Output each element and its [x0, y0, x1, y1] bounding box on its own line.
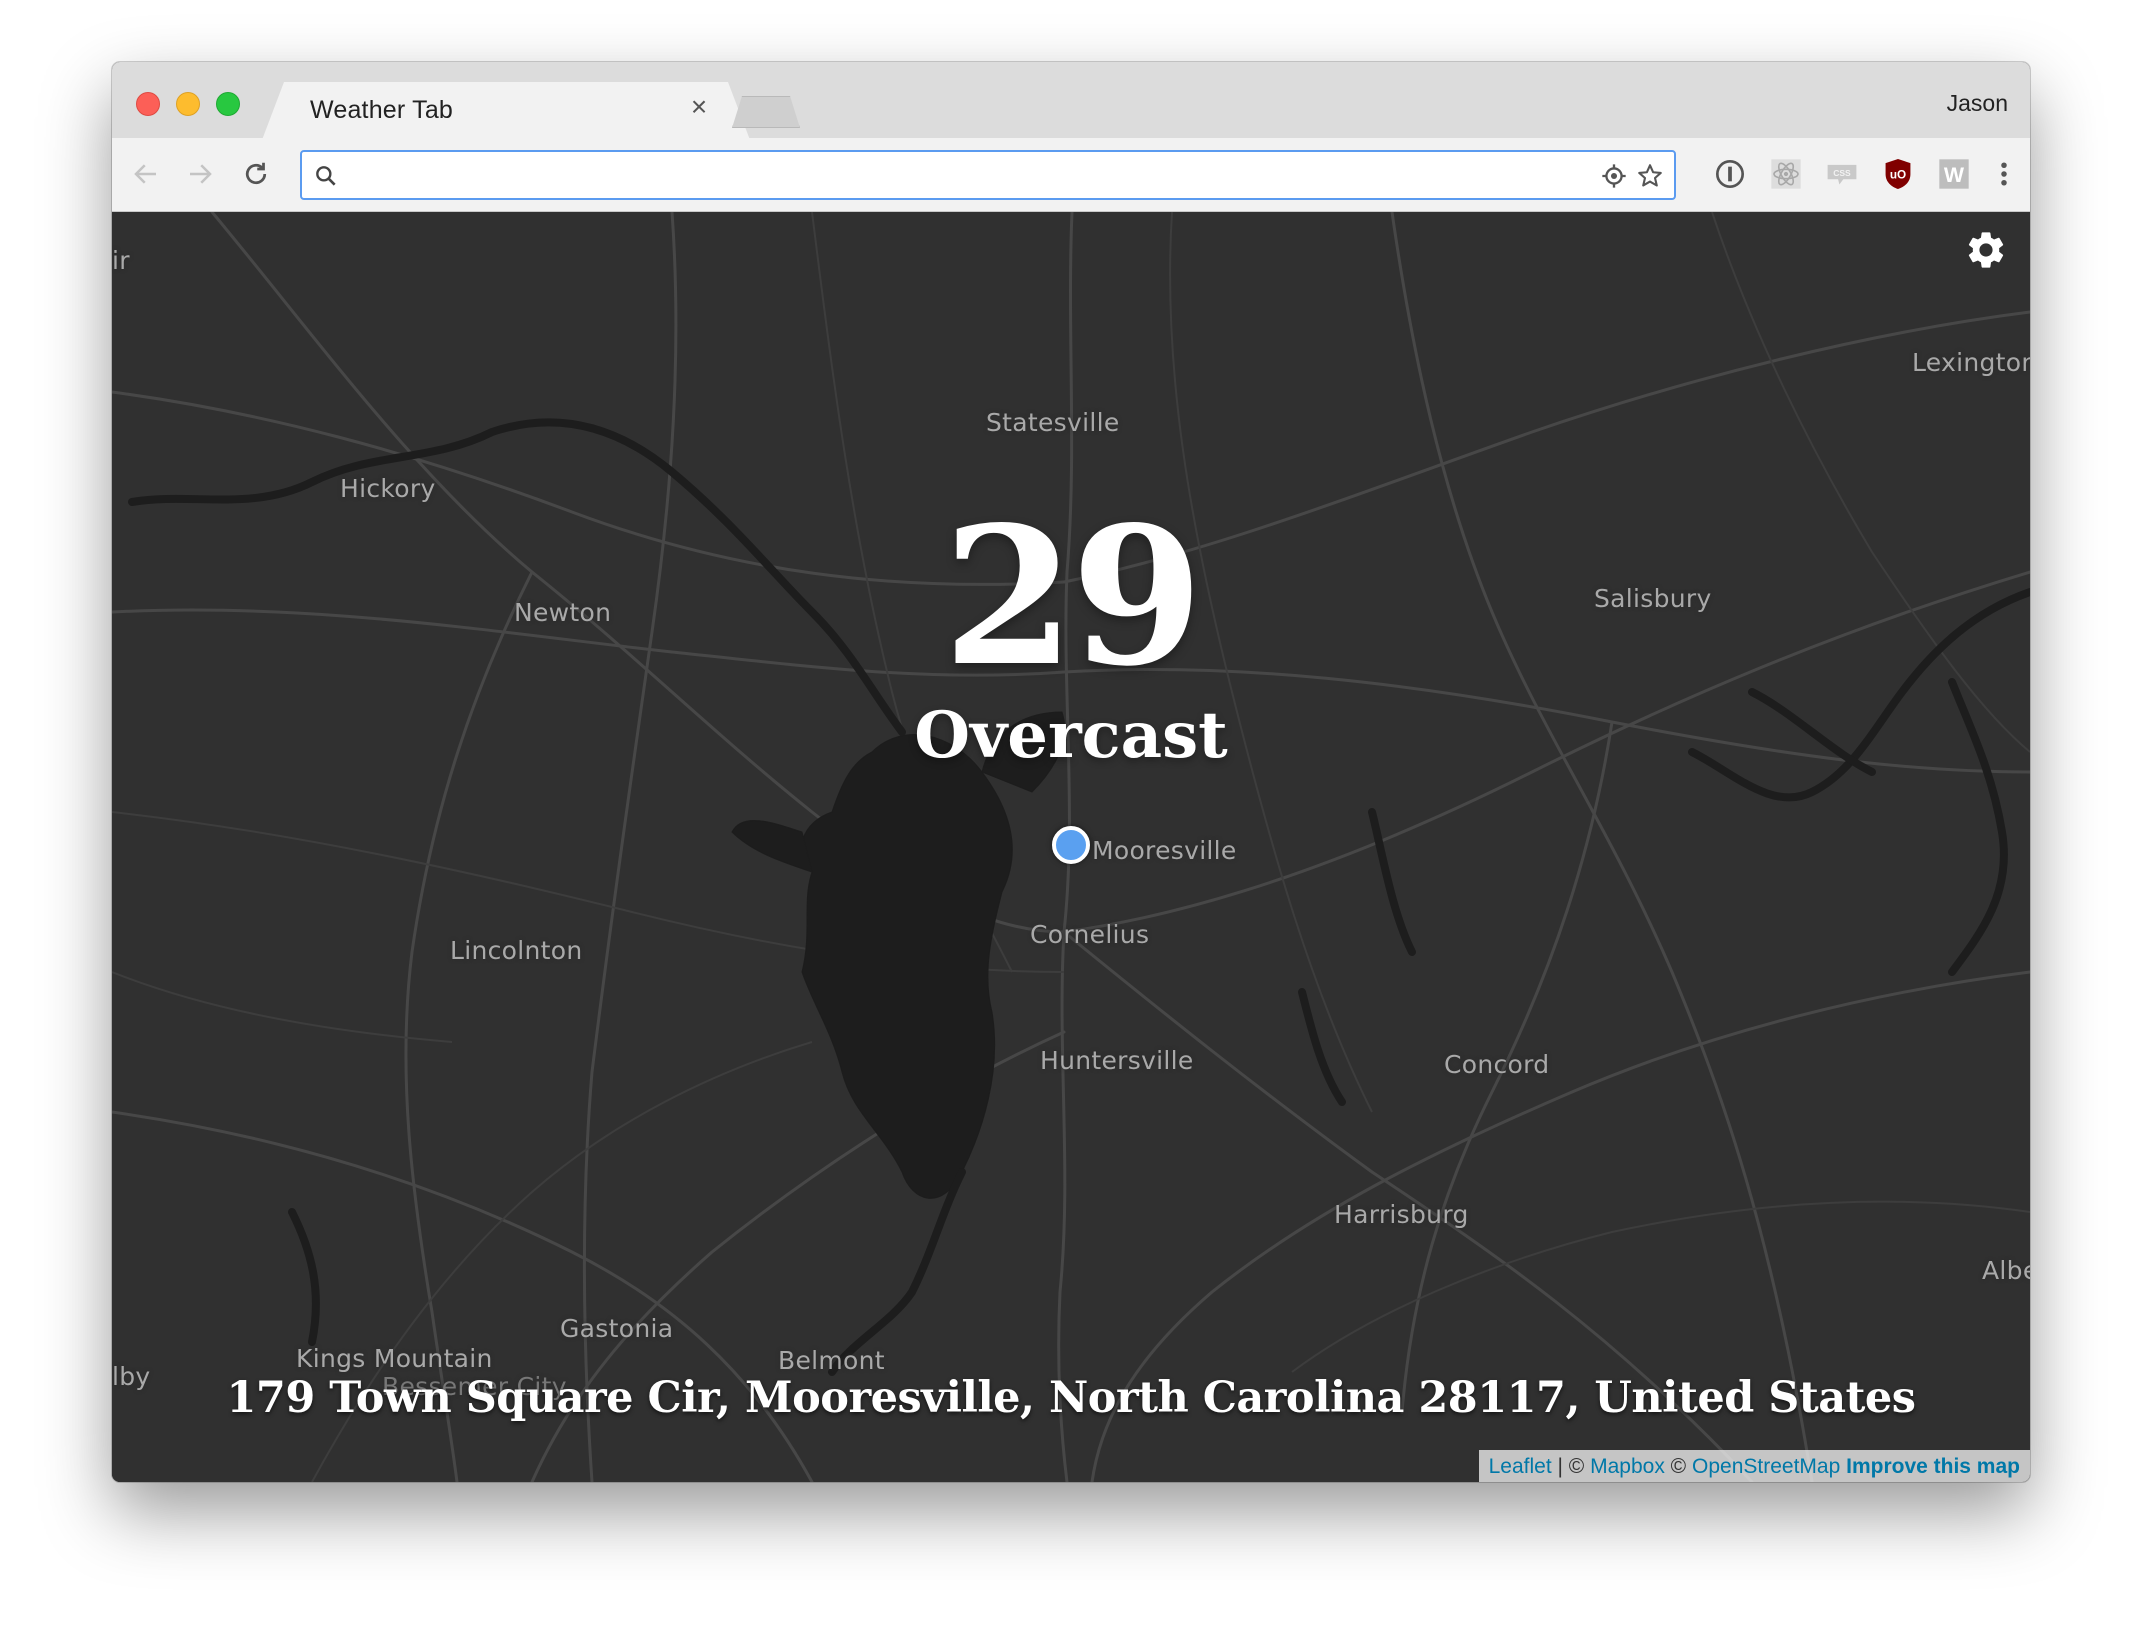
- close-window-button[interactable]: [136, 92, 160, 116]
- mapbox-link[interactable]: Mapbox: [1590, 1455, 1665, 1478]
- forward-button[interactable]: [180, 154, 220, 194]
- bookmark-star-icon[interactable]: [1634, 160, 1666, 192]
- arrow-right-icon: [190, 164, 212, 184]
- ublock-origin-icon: uO: [1885, 158, 1911, 190]
- location-icon[interactable]: [1598, 160, 1630, 192]
- place-statesville: Statesville: [986, 408, 1120, 437]
- place-harrisburg: Harrisburg: [1334, 1200, 1469, 1229]
- ublock-origin-extension[interactable]: uO: [1878, 154, 1918, 194]
- svg-text:uO: uO: [1890, 169, 1906, 182]
- place-edge-right: Albe: [1982, 1256, 2030, 1285]
- current-location-marker[interactable]: [1052, 826, 1090, 864]
- reload-button[interactable]: [236, 154, 276, 194]
- more-vertical-icon: [2001, 162, 2007, 186]
- place-mooresville: Mooresville: [1092, 836, 1237, 865]
- attribution-separator: ©: [1664, 1455, 1692, 1478]
- arrow-left-icon: [134, 164, 156, 184]
- svg-text:CSS: CSS: [1833, 168, 1851, 178]
- 1password-extension[interactable]: [1710, 154, 1750, 194]
- place-concord: Concord: [1444, 1050, 1550, 1079]
- settings-button[interactable]: [1964, 228, 2008, 272]
- search-icon: [310, 160, 342, 192]
- attribution-separator: | ©: [1551, 1455, 1591, 1478]
- react-devtools-extension[interactable]: [1766, 154, 1806, 194]
- leaflet-link[interactable]: Leaflet: [1489, 1455, 1552, 1478]
- react-devtools-icon: [1771, 159, 1801, 189]
- place-cornelius: Cornelius: [1030, 920, 1150, 949]
- reload-icon: [245, 162, 267, 185]
- address-bar[interactable]: [300, 150, 1676, 200]
- profile-name[interactable]: Jason: [1947, 90, 2008, 117]
- improve-map-link[interactable]: Improve this map: [1846, 1455, 2020, 1478]
- back-button[interactable]: [126, 154, 166, 194]
- place-gastonia: Gastonia: [560, 1314, 674, 1343]
- tab-title: Weather Tab: [310, 96, 454, 124]
- svg-text:W: W: [1944, 163, 1965, 187]
- place-huntersville: Huntersville: [1040, 1046, 1194, 1075]
- css-viewer-icon: CSS: [1827, 164, 1857, 185]
- gear-icon: [1968, 232, 2004, 268]
- place-edge-left-top: ir: [112, 246, 130, 275]
- w-extension-icon: W: [1939, 159, 1969, 189]
- tab-close-icon[interactable]: ×: [684, 92, 714, 122]
- weather-map[interactable]: Statesville Hickory Newton Lexington Sal…: [112, 212, 2030, 1482]
- place-hickory: Hickory: [340, 474, 436, 503]
- map-attribution: Leaflet | © Mapbox © OpenStreetMap Impro…: [1478, 1450, 2030, 1482]
- browser-window: Weather Tab × Jason CSS uO W Statesville…: [112, 62, 2030, 1482]
- place-kings-mountain: Kings Mountain: [296, 1344, 493, 1373]
- browser-menu-button[interactable]: [1984, 154, 2024, 194]
- openstreetmap-link[interactable]: OpenStreetMap: [1692, 1455, 1840, 1478]
- place-lexington: Lexington: [1912, 348, 2030, 377]
- tab-strip: Weather Tab × Jason: [112, 62, 2030, 138]
- weather-condition: Overcast: [914, 698, 1228, 773]
- minimize-window-button[interactable]: [176, 92, 200, 116]
- tab-weather[interactable]: Weather Tab ×: [262, 82, 750, 140]
- 1password-icon: [1716, 160, 1744, 188]
- address-input[interactable]: [350, 158, 1550, 192]
- css-viewer-extension[interactable]: CSS: [1822, 154, 1862, 194]
- temperature: 29: [942, 485, 1203, 708]
- browser-toolbar: CSS uO W: [112, 138, 2030, 212]
- new-tab-button[interactable]: [732, 96, 800, 128]
- w-extension[interactable]: W: [1934, 154, 1974, 194]
- place-lincolnton: Lincolnton: [450, 936, 583, 965]
- maximize-window-button[interactable]: [216, 92, 240, 116]
- location-address: 179 Town Square Cir, Mooresville, North …: [226, 1373, 1916, 1423]
